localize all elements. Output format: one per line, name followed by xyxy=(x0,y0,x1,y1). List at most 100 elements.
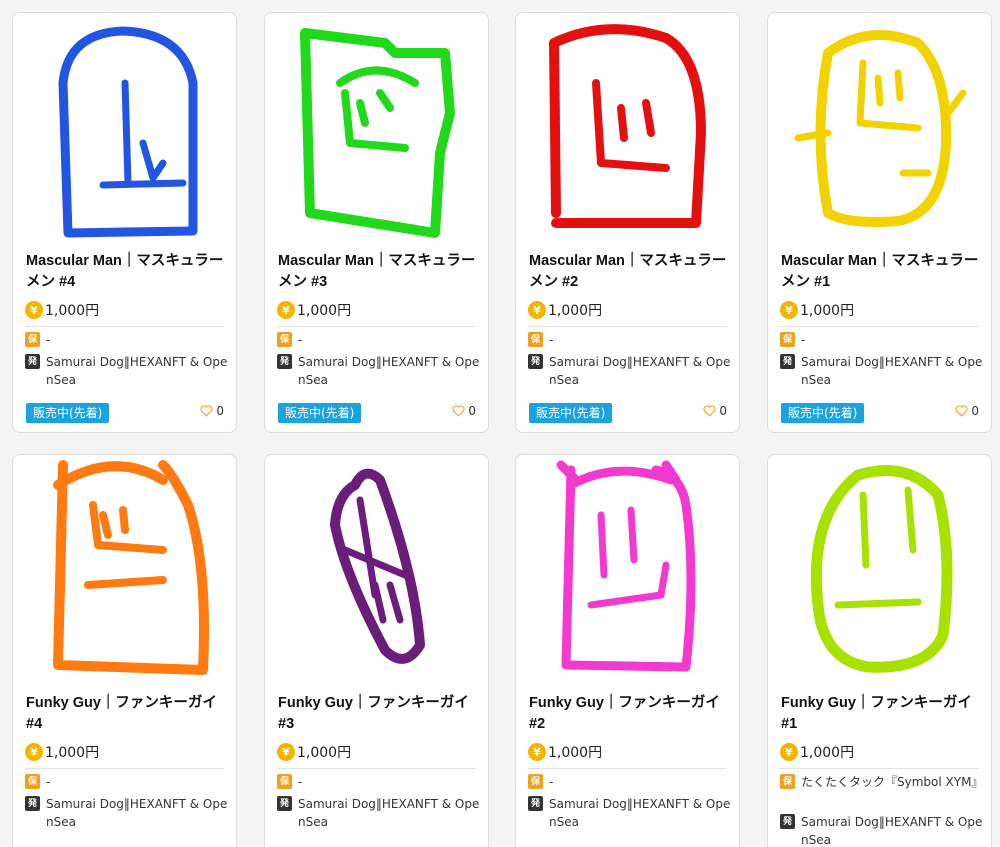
yen-coin-icon: ¥ xyxy=(277,301,295,319)
holder-tag-icon: 保 xyxy=(780,774,795,789)
like-button[interactable]: 0 xyxy=(955,404,979,418)
price: ¥ 1,000円 xyxy=(277,300,351,320)
holder-name[interactable]: - xyxy=(549,331,733,349)
card-title[interactable]: Mascular Man｜マスキュラーメン #4 xyxy=(26,251,226,293)
divider xyxy=(528,768,727,769)
holder-tag-icon: 保 xyxy=(780,332,795,347)
holder-row: 保 - xyxy=(528,773,733,791)
nft-artwork[interactable] xyxy=(13,455,236,687)
like-button[interactable]: 0 xyxy=(200,404,224,418)
sale-status-badge: 販売中(先着) xyxy=(529,403,613,423)
nft-card[interactable]: Funky Guy｜ファンキーガイ #3 ¥ 1,000円 保 - 発 Samu… xyxy=(264,454,489,847)
holder-name[interactable]: たくたくタック『Symbol XYM』 xyxy=(801,773,985,791)
issuer-tag-icon: 発 xyxy=(528,796,543,811)
card-title[interactable]: Funky Guy｜ファンキーガイ #3 xyxy=(278,693,478,735)
nft-artwork[interactable] xyxy=(516,13,739,245)
like-count: 0 xyxy=(719,404,727,418)
like-button[interactable]: 0 xyxy=(703,404,727,418)
divider xyxy=(277,326,476,327)
sale-status-badge: 販売中(先着) xyxy=(781,403,865,423)
holder-name[interactable]: - xyxy=(46,773,230,791)
issuer-tag-icon: 発 xyxy=(780,814,795,829)
yen-coin-icon: ¥ xyxy=(277,743,295,761)
nft-artwork[interactable] xyxy=(265,13,488,245)
holder-row: 保 - xyxy=(528,331,733,349)
holder-name[interactable]: - xyxy=(801,331,985,349)
holder-name[interactable]: - xyxy=(298,331,482,349)
card-title[interactable]: Mascular Man｜マスキュラーメン #3 xyxy=(278,251,478,293)
holder-row: 保 - xyxy=(780,331,985,349)
nft-artwork[interactable] xyxy=(516,455,739,687)
nft-artwork[interactable] xyxy=(768,13,991,245)
nft-card[interactable]: Mascular Man｜マスキュラーメン #3 ¥ 1,000円 保 - 発 … xyxy=(264,12,489,433)
issuer-name[interactable]: Samurai Dog‖HEXANFT & OpenSea xyxy=(46,795,230,831)
issuer-tag-icon: 発 xyxy=(277,796,292,811)
nft-card[interactable]: Mascular Man｜マスキュラーメン #2 ¥ 1,000円 保 - 発 … xyxy=(515,12,740,433)
card-title[interactable]: Funky Guy｜ファンキーガイ #1 xyxy=(781,693,981,735)
issuer-name[interactable]: Samurai Dog‖HEXANFT & OpenSea xyxy=(801,813,985,847)
holder-name[interactable]: - xyxy=(549,773,733,791)
price: ¥ 1,000円 xyxy=(780,742,854,762)
holder-tag-icon: 保 xyxy=(277,332,292,347)
issuer-name[interactable]: Samurai Dog‖HEXANFT & OpenSea xyxy=(298,353,482,389)
divider xyxy=(277,768,476,769)
issuer-row: 発 Samurai Dog‖HEXANFT & OpenSea xyxy=(780,813,985,847)
like-count: 0 xyxy=(468,404,476,418)
nft-card[interactable]: Funky Guy｜ファンキーガイ #2 ¥ 1,000円 保 - 発 Samu… xyxy=(515,454,740,847)
price-value: 1,000円 xyxy=(297,745,352,761)
nft-artwork[interactable] xyxy=(265,455,488,687)
nft-card[interactable]: Mascular Man｜マスキュラーメン #1 ¥ 1,000円 保 - 発 … xyxy=(767,12,992,433)
yen-coin-icon: ¥ xyxy=(528,301,546,319)
nft-card[interactable]: Funky Guy｜ファンキーガイ #4 ¥ 1,000円 保 - 発 Samu… xyxy=(12,454,237,847)
holder-tag-icon: 保 xyxy=(25,332,40,347)
price-value: 1,000円 xyxy=(800,303,855,319)
nft-artwork[interactable] xyxy=(13,13,236,245)
issuer-name[interactable]: Samurai Dog‖HEXANFT & OpenSea xyxy=(549,795,733,831)
price-value: 1,000円 xyxy=(548,745,603,761)
issuer-name[interactable]: Samurai Dog‖HEXANFT & OpenSea xyxy=(549,353,733,389)
holder-name[interactable]: - xyxy=(298,773,482,791)
holder-row: 保 - xyxy=(277,331,482,349)
issuer-name[interactable]: Samurai Dog‖HEXANFT & OpenSea xyxy=(46,353,230,389)
issuer-name[interactable]: Samurai Dog‖HEXANFT & OpenSea xyxy=(298,795,482,831)
price-value: 1,000円 xyxy=(297,303,352,319)
holder-row: 保 - xyxy=(25,331,230,349)
divider xyxy=(780,768,979,769)
divider xyxy=(528,326,727,327)
holder-tag-icon: 保 xyxy=(277,774,292,789)
issuer-tag-icon: 発 xyxy=(25,796,40,811)
issuer-row: 発 Samurai Dog‖HEXANFT & OpenSea xyxy=(277,353,482,389)
issuer-name[interactable]: Samurai Dog‖HEXANFT & OpenSea xyxy=(801,353,985,389)
divider xyxy=(25,326,224,327)
issuer-row: 発 Samurai Dog‖HEXANFT & OpenSea xyxy=(528,795,733,831)
card-title[interactable]: Funky Guy｜ファンキーガイ #2 xyxy=(529,693,729,735)
issuer-row: 発 Samurai Dog‖HEXANFT & OpenSea xyxy=(780,353,985,389)
nft-card-grid: Mascular Man｜マスキュラーメン #4 ¥ 1,000円 保 - 発 … xyxy=(0,0,1000,847)
heart-icon xyxy=(955,405,968,417)
holder-tag-icon: 保 xyxy=(528,332,543,347)
card-title[interactable]: Mascular Man｜マスキュラーメン #2 xyxy=(529,251,729,293)
like-button[interactable]: 0 xyxy=(452,404,476,418)
price-value: 1,000円 xyxy=(45,745,100,761)
nft-artwork[interactable] xyxy=(768,455,991,687)
holder-tag-icon: 保 xyxy=(25,774,40,789)
issuer-row: 発 Samurai Dog‖HEXANFT & OpenSea xyxy=(277,795,482,831)
price-value: 1,000円 xyxy=(548,303,603,319)
divider xyxy=(25,768,224,769)
yen-coin-icon: ¥ xyxy=(25,301,43,319)
price-value: 1,000円 xyxy=(45,303,100,319)
card-title[interactable]: Funky Guy｜ファンキーガイ #4 xyxy=(26,693,226,735)
nft-card[interactable]: Funky Guy｜ファンキーガイ #1 ¥ 1,000円 保 たくたくタック『… xyxy=(767,454,992,847)
nft-card[interactable]: Mascular Man｜マスキュラーメン #4 ¥ 1,000円 保 - 発 … xyxy=(12,12,237,433)
heart-icon xyxy=(703,405,716,417)
price: ¥ 1,000円 xyxy=(528,742,602,762)
holder-row: 保 たくたくタック『Symbol XYM』 xyxy=(780,773,985,791)
card-title[interactable]: Mascular Man｜マスキュラーメン #1 xyxy=(781,251,981,293)
price: ¥ 1,000円 xyxy=(25,742,99,762)
sale-status-badge: 販売中(先着) xyxy=(278,403,362,423)
like-count: 0 xyxy=(971,404,979,418)
issuer-tag-icon: 発 xyxy=(25,354,40,369)
issuer-row: 発 Samurai Dog‖HEXANFT & OpenSea xyxy=(25,795,230,831)
price: ¥ 1,000円 xyxy=(528,300,602,320)
holder-name[interactable]: - xyxy=(46,331,230,349)
